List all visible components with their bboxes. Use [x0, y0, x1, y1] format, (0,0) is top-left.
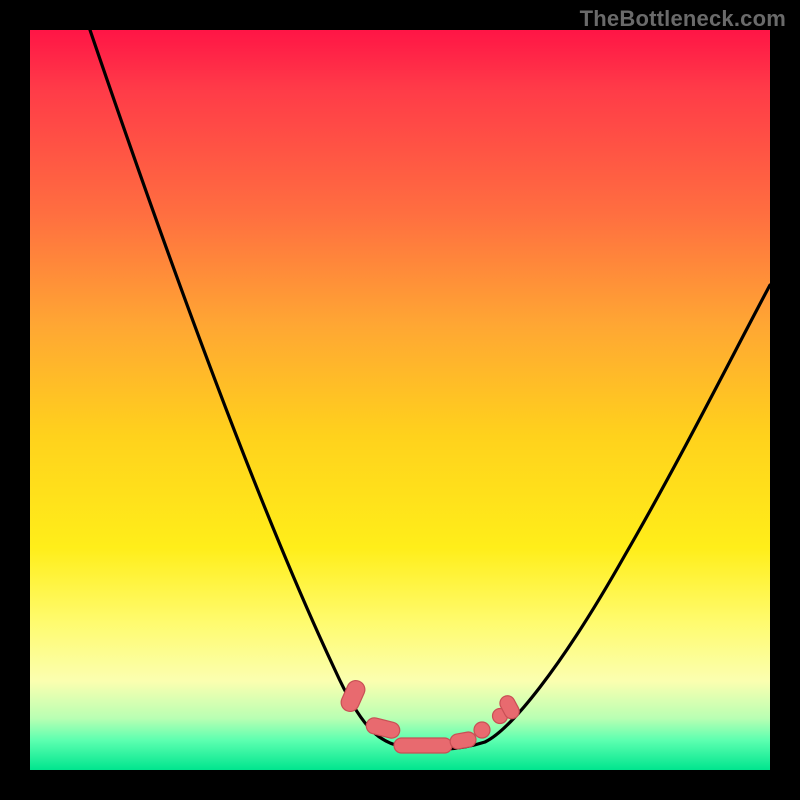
trough-markers — [338, 678, 522, 753]
curve-layer — [30, 30, 770, 770]
bottleneck-curve — [90, 30, 770, 749]
chart-plot-area — [30, 30, 770, 770]
watermark-text: TheBottleneck.com — [580, 6, 786, 32]
